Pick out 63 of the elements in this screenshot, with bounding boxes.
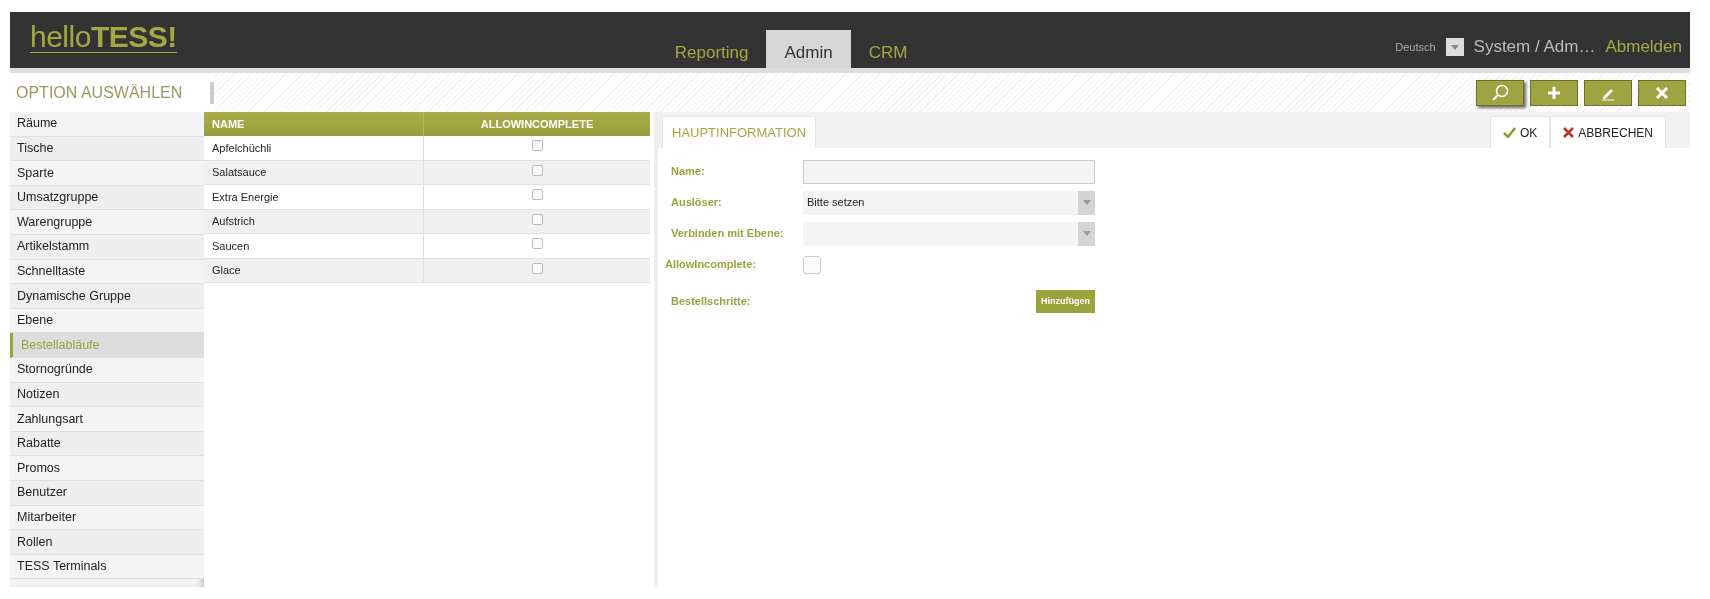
field-label: Bestellschritte:	[671, 294, 752, 310]
sidebar-item[interactable]: Sparte	[10, 161, 204, 186]
caret-icon	[1450, 44, 1459, 50]
nav-tab[interactable]: CRM	[850, 30, 926, 68]
field-label: Verbinden mit Ebene:	[671, 226, 785, 242]
field-label: Name:	[671, 164, 706, 180]
checkbox[interactable]	[531, 262, 543, 274]
sidebar-item[interactable]: Rollen	[10, 530, 204, 555]
table-cell: Glace	[204, 258, 424, 282]
checkbox[interactable]	[531, 213, 543, 225]
checkbox[interactable]	[531, 164, 543, 176]
nav-tab[interactable]: Admin	[766, 30, 851, 68]
sidebar-item[interactable]: Mitarbeiter	[10, 505, 204, 531]
nav-tab[interactable]: Reporting	[656, 30, 767, 68]
sidebar-item[interactable]: Notizen	[10, 382, 204, 408]
close-icon	[1563, 127, 1575, 138]
checkbox[interactable]	[531, 189, 543, 200]
sidebar-item[interactable]: Dynamische Gruppe	[10, 284, 204, 309]
section-title: OPTION AUSWÄHLEN	[10, 73, 202, 112]
dropdown[interactable]	[803, 221, 1095, 246]
table-cell: Salatsauce	[204, 160, 424, 184]
check-icon	[1502, 127, 1516, 138]
search-button[interactable]	[1476, 79, 1524, 106]
sidebar-item[interactable]: Räume	[10, 112, 204, 137]
sidebar-item[interactable]: Rabatte	[10, 431, 204, 457]
ok-button[interactable]: OK	[1489, 116, 1551, 148]
edit-button[interactable]	[1584, 79, 1632, 106]
sidebar-item[interactable]: Schnelltaste	[10, 259, 204, 285]
logout-link[interactable]: Abmelden	[1605, 34, 1682, 60]
logo: helloTESS!	[30, 20, 177, 54]
field-label: AllowIncomplete:	[665, 257, 758, 273]
sidebar-item[interactable]: Warengruppe	[10, 210, 204, 235]
column-header: NAME	[204, 112, 424, 136]
sidebar-item[interactable]: Zahlungsart	[10, 407, 204, 432]
checkbox[interactable]	[531, 140, 543, 151]
resize-handle[interactable]	[210, 81, 214, 104]
table-cell: Saucen	[204, 234, 424, 258]
sidebar-item[interactable]: Stornogründe	[10, 357, 204, 383]
language-label: Deutsch	[1395, 39, 1436, 55]
cancel-button[interactable]: ABBRECHEN	[1550, 116, 1666, 148]
table-cell: Aufstrich	[204, 209, 424, 233]
add-button[interactable]	[1530, 79, 1578, 106]
field-label: Auslöser:	[671, 195, 723, 211]
caret-icon	[1082, 200, 1091, 205]
column-header: ALLOWINCOMPLETE	[479, 116, 595, 132]
checkbox[interactable]	[531, 238, 543, 249]
language-dropdown[interactable]	[1445, 38, 1464, 56]
sidebar-item[interactable]: Tische	[10, 136, 204, 162]
sidebar-item[interactable]: Ebene	[10, 308, 204, 334]
user-name: System / Adm…	[1473, 36, 1596, 59]
table-cell: Apfelchüchli	[204, 136, 424, 160]
dropdown[interactable]: Bitte setzen	[803, 190, 1095, 215]
sidebar-item[interactable]: Artikelstamm	[10, 234, 204, 260]
sidebar-item[interactable]: Umsatzgruppe	[10, 185, 204, 211]
sidebar-item[interactable]: Promos	[10, 456, 204, 481]
input-field[interactable]	[803, 159, 1095, 184]
table-cell: Extra Energie	[204, 185, 424, 209]
search-icon	[1491, 83, 1509, 102]
delete-button[interactable]	[1638, 79, 1686, 106]
caret-icon	[1082, 231, 1091, 236]
sidebar-item[interactable]: Benutzer	[10, 480, 204, 506]
checkbox[interactable]	[803, 255, 821, 274]
sidebar-item[interactable]: TESS Terminals	[10, 554, 204, 580]
